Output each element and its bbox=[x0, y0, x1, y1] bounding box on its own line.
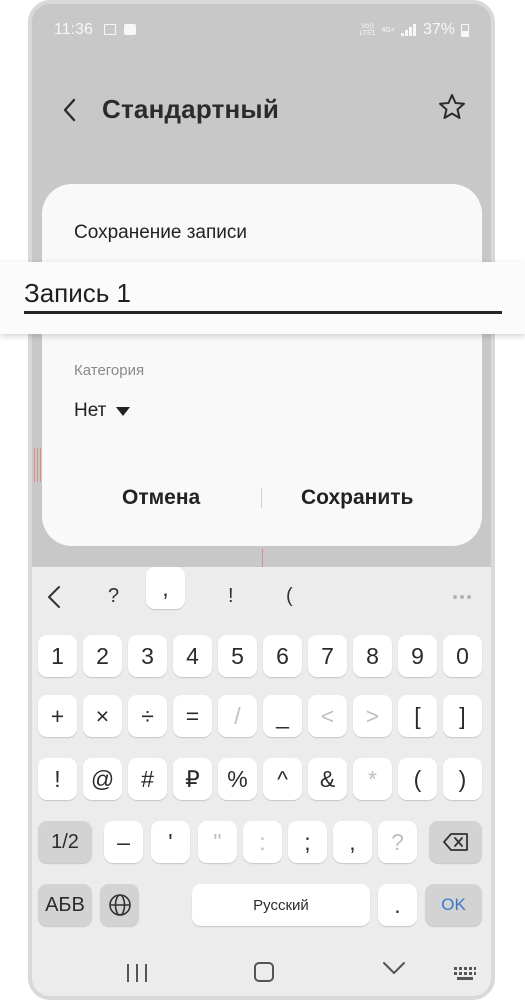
phone-frame: 11:36 Vo)) LTE1 4G+ 37% Стандартный Сохр… bbox=[28, 0, 495, 1000]
key[interactable]: ; bbox=[288, 821, 327, 863]
key[interactable]: 9 bbox=[398, 635, 437, 677]
category-value: Нет bbox=[74, 400, 107, 421]
battery-icon bbox=[461, 23, 469, 37]
key[interactable]: 7 bbox=[308, 635, 347, 677]
category-dropdown[interactable]: Нет bbox=[74, 400, 131, 422]
check-notification-icon bbox=[124, 24, 136, 35]
network-text: 4G+ bbox=[381, 26, 395, 34]
network-indicator: 4G+ bbox=[382, 27, 395, 34]
key[interactable]: ₽ bbox=[173, 758, 212, 800]
save-record-dialog: Сохранение записи Категория Нет Отмена С… bbox=[42, 184, 482, 546]
key[interactable]: 0 bbox=[443, 635, 482, 677]
status-right: Vo)) LTE1 4G+ 37% bbox=[359, 21, 469, 39]
toolbar-key[interactable]: ( bbox=[286, 585, 293, 608]
background-marks bbox=[34, 448, 41, 482]
key[interactable]: % bbox=[218, 758, 257, 800]
key[interactable]: 1 bbox=[38, 635, 77, 677]
globe-icon bbox=[108, 894, 131, 916]
key[interactable]: ) bbox=[443, 758, 482, 800]
key[interactable]: 6 bbox=[263, 635, 302, 677]
key[interactable]: / bbox=[218, 695, 257, 737]
key[interactable]: _ bbox=[263, 695, 302, 737]
gallery-icon bbox=[104, 24, 116, 35]
comma-key[interactable]: , bbox=[146, 567, 185, 609]
cancel-button[interactable]: Отмена bbox=[82, 476, 247, 520]
key[interactable]: ! bbox=[38, 758, 77, 800]
volte-text: Vo)) LTE1 bbox=[359, 23, 376, 37]
record-name-strip bbox=[0, 262, 525, 334]
key[interactable]: 2 bbox=[83, 635, 122, 677]
key[interactable]: ( bbox=[398, 758, 437, 800]
keyboard-switch-icon[interactable] bbox=[453, 966, 477, 982]
key[interactable]: & bbox=[308, 758, 347, 800]
app-header: Стандартный bbox=[32, 84, 491, 134]
key[interactable]: ? bbox=[378, 821, 417, 863]
ok-key[interactable]: OK bbox=[425, 884, 482, 926]
key[interactable]: 4 bbox=[173, 635, 212, 677]
record-name-input[interactable] bbox=[24, 276, 502, 314]
key[interactable]: × bbox=[83, 695, 122, 737]
period-key[interactable]: . bbox=[378, 884, 417, 926]
star-icon[interactable] bbox=[437, 92, 467, 122]
backspace-icon bbox=[442, 833, 468, 851]
key[interactable]: ] bbox=[443, 695, 482, 737]
more-options-icon[interactable] bbox=[453, 595, 471, 599]
hide-keyboard-icon[interactable] bbox=[382, 960, 406, 976]
key[interactable]: : bbox=[243, 821, 282, 863]
save-button[interactable]: Сохранить bbox=[274, 476, 464, 520]
key[interactable]: ÷ bbox=[128, 695, 167, 737]
category-label: Категория bbox=[74, 362, 145, 379]
toolbar-key[interactable]: ? bbox=[108, 585, 119, 608]
back-arrow-icon[interactable] bbox=[58, 97, 84, 123]
status-time: 11:36 bbox=[54, 21, 93, 38]
key[interactable]: 5 bbox=[218, 635, 257, 677]
key[interactable]: " bbox=[198, 821, 237, 863]
key[interactable]: 3 bbox=[128, 635, 167, 677]
key[interactable]: * bbox=[353, 758, 392, 800]
page-title: Стандартный bbox=[102, 94, 280, 124]
key[interactable]: # bbox=[128, 758, 167, 800]
key[interactable]: < bbox=[308, 695, 347, 737]
key[interactable]: 8 bbox=[353, 635, 392, 677]
key[interactable]: ^ bbox=[263, 758, 302, 800]
battery-percent: 37% bbox=[422, 21, 455, 38]
space-key[interactable]: Русский bbox=[192, 884, 370, 926]
key[interactable]: @ bbox=[83, 758, 122, 800]
dropdown-triangle-icon bbox=[116, 406, 131, 416]
toolbar-key[interactable]: ! bbox=[228, 585, 234, 608]
globe-key[interactable] bbox=[100, 884, 139, 926]
toolbar-back-icon[interactable] bbox=[46, 585, 62, 609]
backspace-key[interactable] bbox=[429, 821, 482, 863]
background-mark bbox=[262, 549, 263, 569]
dialog-title: Сохранение записи bbox=[74, 222, 248, 243]
recent-apps-icon[interactable] bbox=[127, 964, 149, 982]
key[interactable]: – bbox=[104, 821, 143, 863]
key[interactable]: [ bbox=[398, 695, 437, 737]
keyboard: ? & ! ( 1 2 3 4 5 6 7 8 9 0 + × ÷ = / _ … bbox=[32, 567, 491, 996]
key[interactable]: = bbox=[173, 695, 212, 737]
shift-symbols-key[interactable]: 1/2 bbox=[38, 821, 92, 863]
key[interactable]: , bbox=[333, 821, 372, 863]
home-icon[interactable] bbox=[254, 962, 274, 982]
key[interactable]: ' bbox=[151, 821, 190, 863]
dialog-buttons: Отмена Сохранить bbox=[42, 476, 482, 520]
status-bar: 11:36 Vo)) LTE1 4G+ 37% bbox=[32, 18, 491, 44]
key[interactable]: + bbox=[38, 695, 77, 737]
navigation-bar bbox=[32, 948, 491, 996]
signal-icon bbox=[400, 24, 417, 36]
key[interactable]: > bbox=[353, 695, 392, 737]
button-divider bbox=[261, 488, 262, 508]
keyboard-toolbar: ? & ! ( bbox=[32, 567, 491, 623]
volte-indicator: Vo)) LTE1 bbox=[359, 23, 375, 37]
language-switch-key[interactable]: АБВ bbox=[38, 884, 92, 926]
